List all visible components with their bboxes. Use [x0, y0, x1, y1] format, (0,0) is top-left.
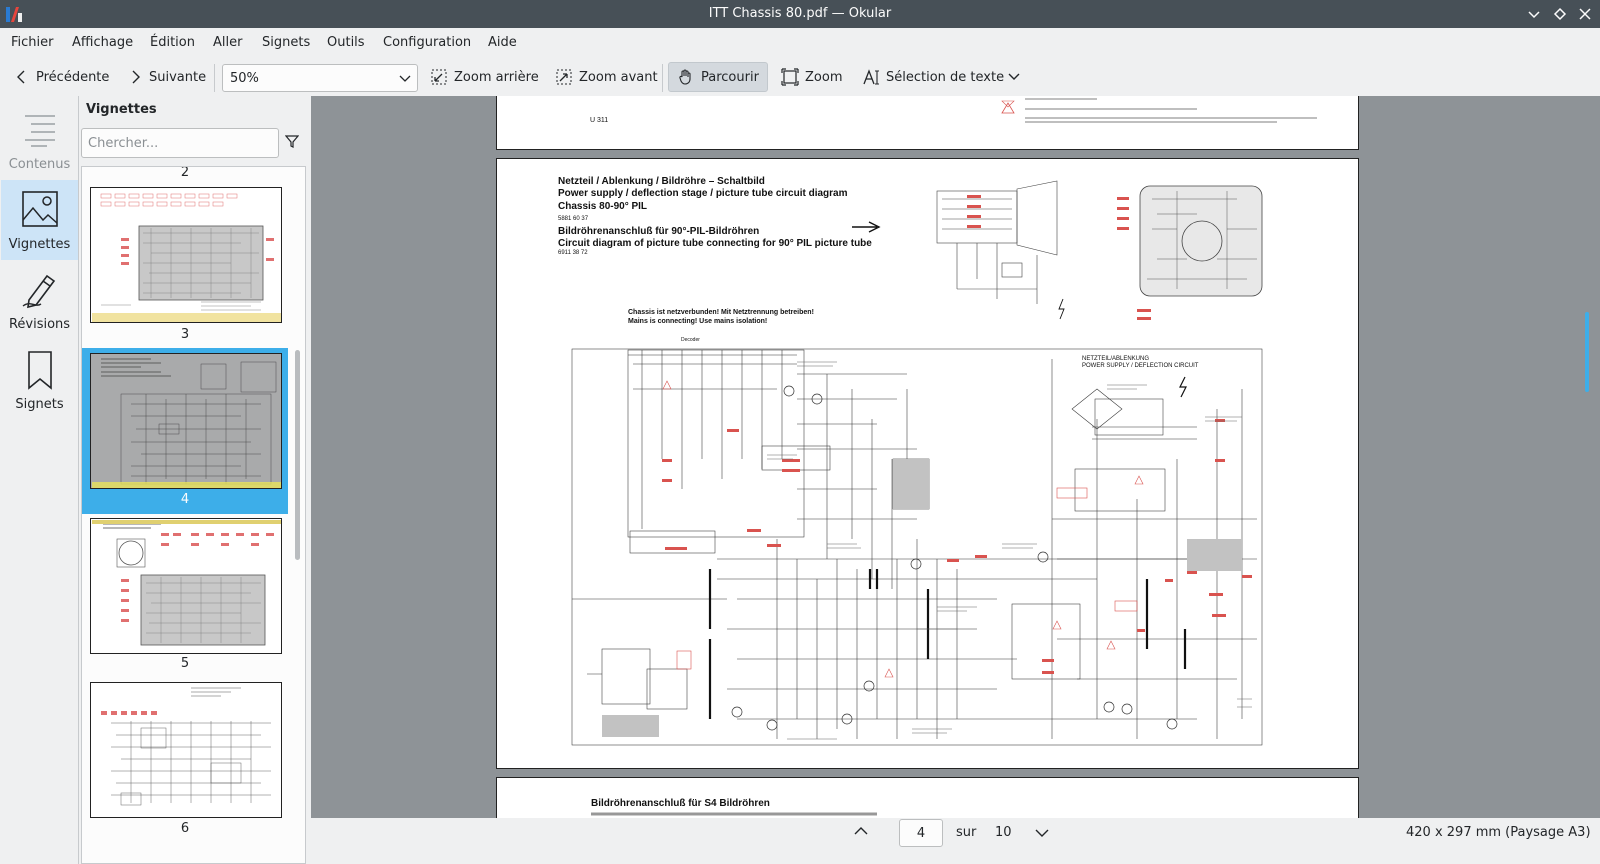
sidebar-tab-thumbnails-label: Vignettes — [8, 237, 71, 252]
tools-dropdown-button[interactable] — [1007, 62, 1027, 92]
thumbnail-page-label: 5 — [180, 656, 190, 671]
menu-fichier[interactable]: Fichier — [11, 35, 54, 50]
thumbnail-search-input[interactable] — [88, 130, 268, 156]
chevron-up-icon[interactable] — [853, 825, 869, 837]
zoom-select-icon — [781, 68, 799, 86]
menu-edition[interactable]: Édition — [150, 35, 195, 50]
bookmark-icon — [28, 351, 52, 390]
toolbar-separator — [214, 64, 215, 92]
menu-aide[interactable]: Aide — [488, 35, 517, 50]
zoom-out-button[interactable]: Zoom arrière — [430, 62, 539, 92]
filter-icon[interactable] — [285, 134, 299, 148]
sidebar-tab-bookmarks-label: Signets — [15, 397, 64, 412]
thumbnail-page-label: 2 — [180, 166, 190, 180]
hand-icon — [679, 69, 691, 85]
menu-affichage[interactable]: Affichage — [72, 35, 133, 50]
sidebar-tab-revisions-label: Révisions — [8, 317, 71, 332]
sidebar-tab-contents[interactable]: Contenus — [1, 100, 78, 180]
title-bar: ITT Chassis 80.pdf — Okular — [0, 0, 1600, 28]
zoom-in-label: Zoom avant — [579, 69, 658, 85]
toolbar-separator — [662, 64, 663, 92]
thumbnails-header: Vignettes — [86, 102, 157, 117]
document-page-5: Bildröhrenanschluß für S4 Bildröhren — [496, 777, 1359, 818]
page-5-text-lines — [591, 812, 877, 816]
page-legend-graphic — [1001, 98, 1317, 123]
table-of-contents-icon — [25, 115, 55, 147]
sidebar-tab-revisions[interactable]: Révisions — [1, 260, 78, 340]
sidebar-tab-contents-label: Contenus — [8, 157, 71, 172]
zoom-tool-label: Zoom — [805, 69, 843, 85]
sidebar-tab-thumbnails[interactable]: Vignettes — [1, 180, 78, 260]
zoom-out-icon — [431, 69, 447, 85]
thumbnail-page-4[interactable] — [90, 353, 282, 489]
document-viewer[interactable]: U 311 Netzteil / Ablenkung / Bildröhre –… — [311, 96, 1600, 818]
main-toolbar: Précédente Suivante 50% Zoom arrière Zoo… — [0, 58, 1600, 96]
minimize-icon[interactable] — [1525, 5, 1543, 23]
zoom-level-combo[interactable]: 50% — [222, 64, 418, 92]
chevron-down-icon[interactable] — [1034, 827, 1050, 839]
menu-aller[interactable]: Aller — [213, 35, 242, 50]
page-navigation-bar: 4 sur 10 420 x 297 mm (Paysage A3) — [311, 818, 1600, 864]
pen-icon — [22, 274, 56, 309]
maximize-icon[interactable] — [1551, 5, 1569, 23]
text-selection-button[interactable]: Sélection de texte — [862, 62, 1004, 92]
viewer-scrollbar[interactable] — [1585, 312, 1589, 392]
text-select-icon — [863, 69, 879, 85]
window-title: ITT Chassis 80.pdf — Okular — [708, 6, 892, 21]
zoom-in-icon — [556, 69, 572, 85]
total-pages-label: 10 — [995, 825, 1012, 840]
thumbnail-page-5[interactable] — [90, 518, 282, 654]
pcb-layout-thumbnail — [92, 193, 281, 322]
chevron-down-icon — [399, 75, 411, 82]
previous-page-label: Précédente — [36, 69, 110, 85]
zoom-tool-button[interactable]: Zoom — [781, 62, 842, 92]
circuit-diagram-thumbnail — [91, 354, 281, 488]
sidebar-tabs: Contenus Vignettes Révisions Signets — [0, 96, 79, 864]
thumbnails-panel: Vignettes 2 3 — [79, 96, 311, 864]
browse-tool-button[interactable]: Parcourir — [668, 62, 768, 92]
thumbnail-list[interactable]: 2 3 4 5 6 — [81, 166, 306, 864]
page-size-label: 420 x 297 mm (Paysage A3) — [1406, 825, 1591, 840]
next-page-button[interactable]: Suivante — [127, 62, 206, 92]
current-page-input[interactable]: 4 — [899, 819, 943, 847]
document-page-4: Netzteil / Ablenkung / Bildröhre – Schal… — [496, 158, 1359, 769]
browse-tool-label: Parcourir — [701, 69, 759, 85]
pcb-layout-thumbnail — [92, 520, 281, 646]
thumbnail-page-3[interactable] — [90, 187, 282, 323]
page-of-label: sur — [956, 825, 977, 840]
thumbnail-scrollbar[interactable] — [295, 350, 300, 560]
thumbnail-page-label: 6 — [180, 821, 190, 836]
thumbnail-search-field[interactable] — [81, 128, 279, 158]
zoom-level-value: 50% — [230, 71, 259, 86]
menu-signets[interactable]: Signets — [262, 35, 310, 50]
close-icon[interactable] — [1576, 5, 1594, 23]
document-page-3: U 311 — [496, 96, 1359, 150]
thumbnail-page-label: 3 — [180, 327, 190, 342]
text-selection-label: Sélection de texte — [886, 69, 1005, 85]
sidebar-tab-bookmarks[interactable]: Signets — [1, 340, 78, 420]
image-icon — [22, 191, 58, 227]
page-code: U 311 — [590, 117, 609, 124]
next-page-label: Suivante — [149, 69, 207, 85]
menu-bar: Fichier Affichage Édition Aller Signets … — [0, 28, 1600, 58]
chevron-left-icon — [17, 70, 25, 84]
thumbnail-page-6[interactable] — [90, 682, 282, 818]
previous-page-button[interactable]: Précédente — [14, 62, 109, 92]
menu-configuration[interactable]: Configuration — [383, 35, 471, 50]
chevron-right-icon — [132, 70, 140, 84]
zoom-in-button[interactable]: Zoom avant — [555, 62, 658, 92]
thumbnail-page-label-selected: 4 — [180, 492, 190, 507]
circuit-diagram-thumbnail — [101, 687, 271, 806]
zoom-out-label: Zoom arrière — [454, 69, 539, 85]
menu-outils[interactable]: Outils — [327, 35, 365, 50]
circuit-schematic-drawing — [571, 180, 1263, 746]
chevron-down-icon — [1008, 73, 1020, 80]
